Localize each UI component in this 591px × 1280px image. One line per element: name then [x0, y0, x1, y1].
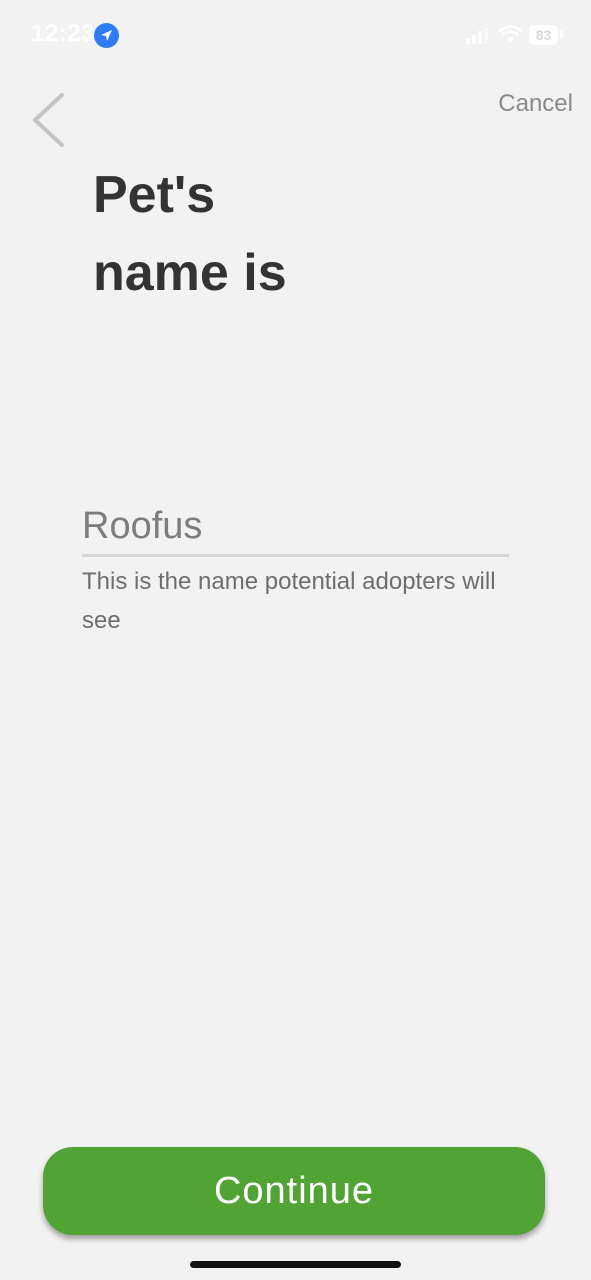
continue-button[interactable]: Continue: [43, 1147, 545, 1235]
status-bar: 12:23 83: [0, 0, 591, 72]
battery-icon: 83: [529, 25, 563, 45]
chevron-left-icon: [33, 93, 64, 147]
wifi-icon: [499, 25, 522, 43]
cancel-button[interactable]: Cancel: [498, 90, 573, 118]
page-title-line-2: name is: [93, 244, 287, 302]
battery-level: 83: [535, 27, 552, 43]
page-title-line-1: Pet's: [93, 166, 216, 224]
cellular-signal-icon: [466, 28, 488, 44]
status-time: 12:23: [31, 20, 95, 47]
home-indicator: [190, 1261, 401, 1268]
page-title: Pet's name is: [93, 156, 493, 312]
location-arrow-icon: [94, 23, 119, 48]
pet-name-input[interactable]: [82, 498, 509, 557]
back-button[interactable]: [26, 90, 70, 150]
helper-text: This is the name potential adopters will…: [82, 568, 496, 634]
